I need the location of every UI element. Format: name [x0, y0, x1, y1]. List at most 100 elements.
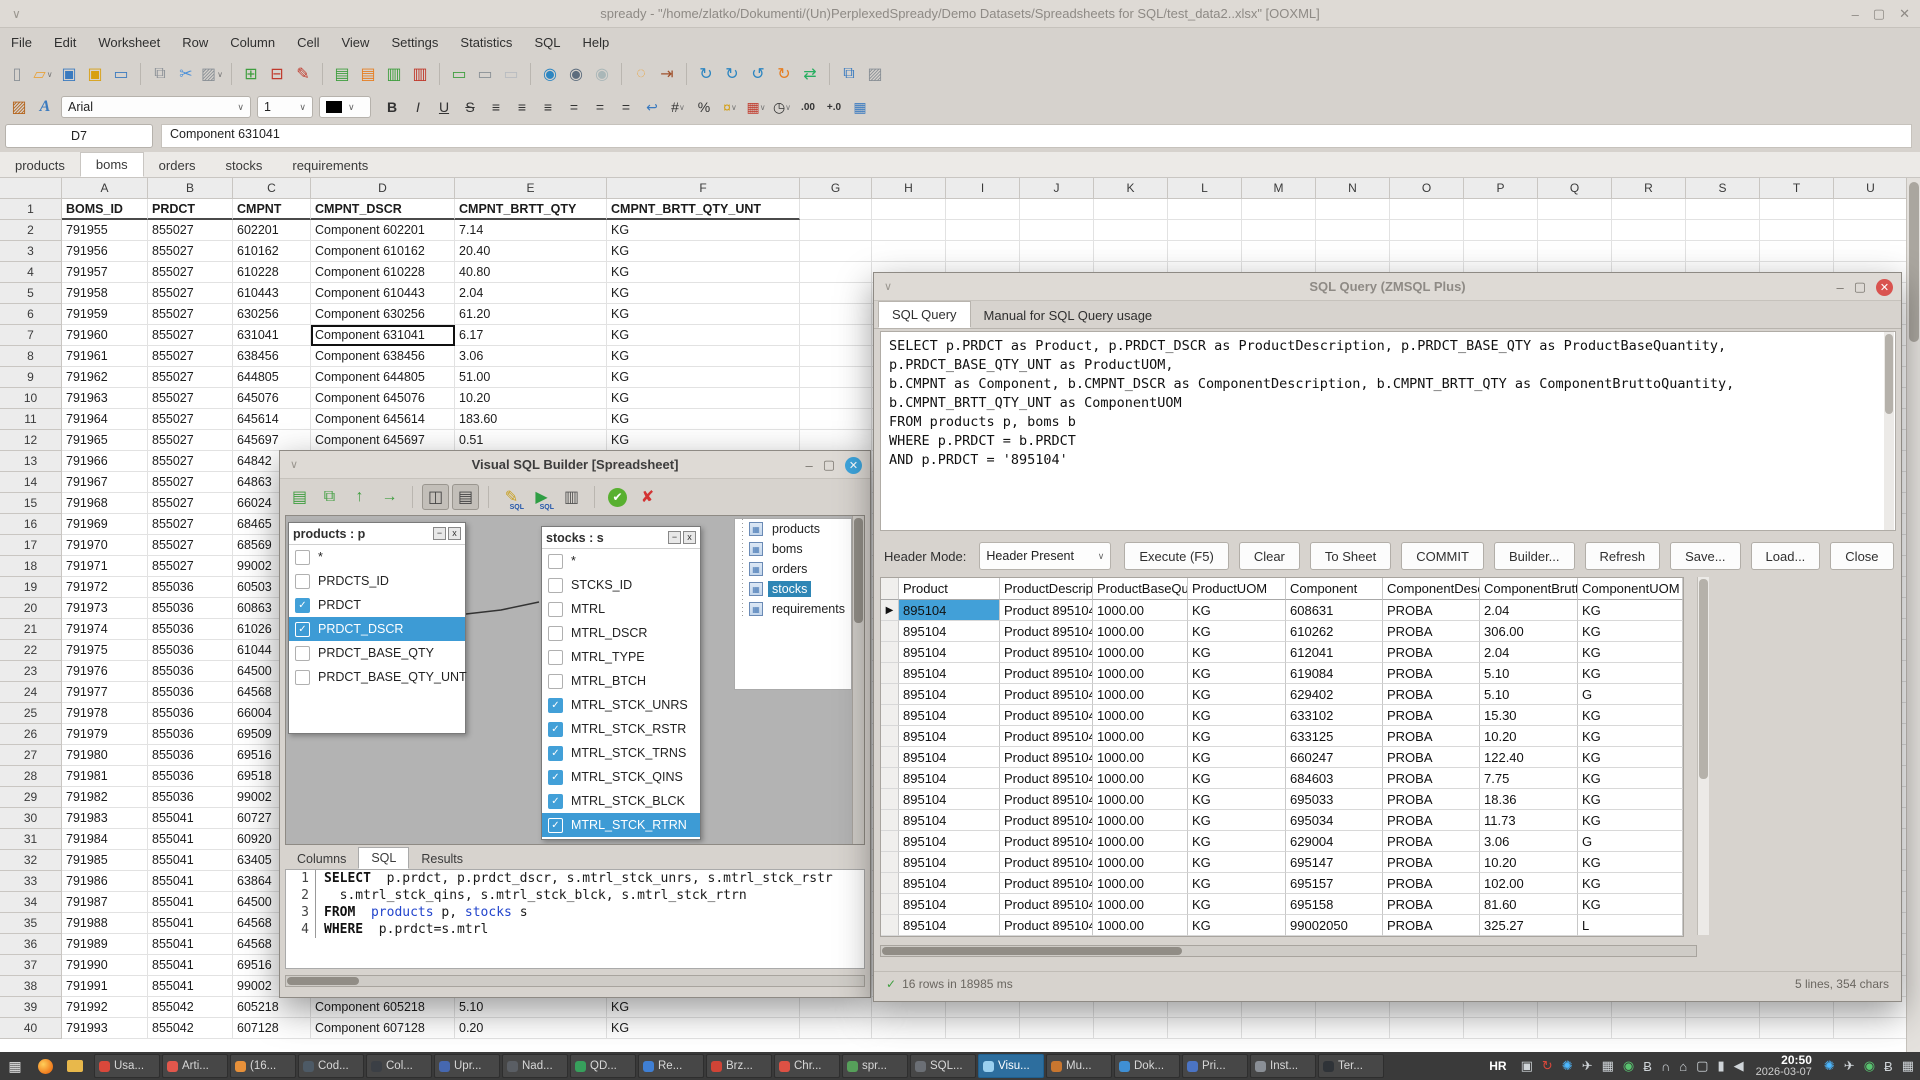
column-header-M[interactable]: M	[1242, 178, 1316, 199]
query-tab-manual-for-sql-query-usage[interactable]: Manual for SQL Query usage	[971, 303, 1166, 328]
maximize-button[interactable]: ▢	[1873, 6, 1885, 22]
results-cell[interactable]: 5.10	[1480, 663, 1578, 684]
sheet-tab-stocks[interactable]: stocks	[211, 154, 278, 177]
cell-U40[interactable]	[1834, 1018, 1906, 1039]
cell-B8[interactable]: 855027	[148, 346, 233, 367]
volume-icon[interactable]: ◀	[1734, 1058, 1744, 1074]
row-header-26[interactable]: 26	[0, 724, 62, 745]
results-cell[interactable]: 18.36	[1480, 789, 1578, 810]
results-cell[interactable]: 895104	[899, 915, 1000, 936]
cell-H40[interactable]	[872, 1018, 946, 1039]
sql-run-icon[interactable]: ▶SQL	[528, 484, 555, 510]
cell-A5[interactable]: 791958	[62, 283, 148, 304]
canvas-vertical-scrollbar[interactable]	[852, 516, 864, 844]
results-cell[interactable]: PROBA	[1383, 810, 1480, 831]
cell-A14[interactable]: 791967	[62, 472, 148, 493]
results-cell[interactable]: KG	[1578, 894, 1683, 915]
taskbar-window-usa[interactable]: Usa...	[94, 1054, 160, 1078]
results-cell[interactable]: 102.00	[1480, 873, 1578, 894]
number-format-button[interactable]: #∨	[666, 95, 690, 119]
cell-F12[interactable]: KG	[607, 430, 800, 451]
results-cell[interactable]: 2.04	[1480, 642, 1578, 663]
menu-view[interactable]: View	[330, 35, 380, 50]
cell-M40[interactable]	[1242, 1018, 1316, 1039]
cell-H1[interactable]	[872, 199, 946, 220]
decimal-add-button[interactable]: .00	[796, 95, 820, 119]
results-cell[interactable]: 619084	[1286, 663, 1383, 684]
results-cell[interactable]: KG	[1578, 705, 1683, 726]
cell-D6[interactable]: Component 630256	[311, 304, 455, 325]
results-cell[interactable]: 629402	[1286, 684, 1383, 705]
cell-E11[interactable]: 183.60	[455, 409, 607, 430]
cell-I2[interactable]	[946, 220, 1020, 241]
row-header-28[interactable]: 28	[0, 766, 62, 787]
font-family-select[interactable]: Arial∨	[61, 96, 251, 118]
results-cell[interactable]: 695158	[1286, 894, 1383, 915]
cell-C9[interactable]: 644805	[233, 367, 311, 388]
cell-F8[interactable]: KG	[607, 346, 800, 367]
panel-minimize-button[interactable]: −	[433, 527, 446, 540]
cell-C4[interactable]: 610228	[233, 262, 311, 283]
cell-N2[interactable]	[1316, 220, 1390, 241]
cell-A3[interactable]: 791956	[62, 241, 148, 262]
cell-D9[interactable]: Component 644805	[311, 367, 455, 388]
bluetooth-icon[interactable]: Ƀ	[1643, 1059, 1652, 1074]
load-button[interactable]: Load...	[1751, 542, 1821, 570]
cell-P2[interactable]	[1464, 220, 1538, 241]
results-cell[interactable]: Product 895104	[1000, 831, 1093, 852]
results-cell[interactable]: Product 895104	[1000, 915, 1093, 936]
refresh-warning-icon[interactable]: ↻	[771, 61, 797, 87]
row-header-19[interactable]: 19	[0, 577, 62, 598]
cell-B24[interactable]: 855036	[148, 682, 233, 703]
checkbox[interactable]: ✓	[548, 818, 563, 833]
field-mtrl_btch[interactable]: MTRL_BTCH	[542, 669, 700, 693]
column-header-N[interactable]: N	[1316, 178, 1390, 199]
cell-C8[interactable]: 638456	[233, 346, 311, 367]
results-column-component[interactable]: Component	[1286, 578, 1383, 600]
results-cell[interactable]: PROBA	[1383, 642, 1480, 663]
results-cell[interactable]: 1000.00	[1093, 894, 1188, 915]
results-cell[interactable]: KG	[1188, 831, 1286, 852]
cell-B21[interactable]: 855036	[148, 619, 233, 640]
tree-item-label[interactable]: products	[768, 521, 824, 537]
results-cell[interactable]: PROBA	[1383, 831, 1480, 852]
taskbar-window-dok[interactable]: Dok...	[1114, 1054, 1180, 1078]
clipboard-view-icon[interactable]: ▨	[862, 61, 888, 87]
start-menu-button[interactable]: ▦	[0, 1052, 30, 1080]
cell-B33[interactable]: 855041	[148, 871, 233, 892]
results-cell[interactable]: 895104	[899, 621, 1000, 642]
cell-B32[interactable]: 855041	[148, 850, 233, 871]
cell-A10[interactable]: 791963	[62, 388, 148, 409]
cell-B2[interactable]: 855027	[148, 220, 233, 241]
taskbar-window-arti[interactable]: Arti...	[162, 1054, 228, 1078]
sheet-tab-orders[interactable]: orders	[144, 154, 211, 177]
results-cell[interactable]: Product 895104	[1000, 873, 1093, 894]
checkbox[interactable]: ✓	[548, 746, 563, 761]
cell-B40[interactable]: 855042	[148, 1018, 233, 1039]
results-cell[interactable]: KG	[1188, 768, 1286, 789]
row-header-4[interactable]: 4	[0, 262, 62, 283]
results-cell[interactable]: 1000.00	[1093, 642, 1188, 663]
view-list-toggle[interactable]: ▤	[452, 484, 479, 510]
column-header-Q[interactable]: Q	[1538, 178, 1612, 199]
cell-B9[interactable]: 855027	[148, 367, 233, 388]
results-cell[interactable]: KG	[1188, 684, 1286, 705]
bell-icon[interactable]: ∩	[1661, 1059, 1670, 1074]
save-as-icon[interactable]: ▣	[82, 61, 108, 87]
column-header-B[interactable]: B	[148, 178, 233, 199]
results-vertical-scrollbar[interactable]	[1697, 577, 1709, 935]
add-comment-icon[interactable]: ▭	[446, 61, 472, 87]
results-cell[interactable]: 895104	[899, 684, 1000, 705]
builder-sql-code[interactable]: 1SELECT p.prdct, p.prdct_dscr, s.mtrl_st…	[285, 869, 865, 969]
menu-edit[interactable]: Edit	[43, 35, 87, 50]
cell-G3[interactable]	[800, 241, 872, 262]
results-cell[interactable]: 612041	[1286, 642, 1383, 663]
cell-G4[interactable]	[800, 262, 872, 283]
results-cell[interactable]: 1000.00	[1093, 768, 1188, 789]
delete-column-icon[interactable]: ▥	[407, 61, 433, 87]
cell-U1[interactable]	[1834, 199, 1906, 220]
menu-column[interactable]: Column	[219, 35, 286, 50]
clock[interactable]: 20:50 2026-03-07	[1750, 1054, 1818, 1078]
row-header-7[interactable]: 7	[0, 325, 62, 346]
cell-E39[interactable]: 5.10	[455, 997, 607, 1018]
